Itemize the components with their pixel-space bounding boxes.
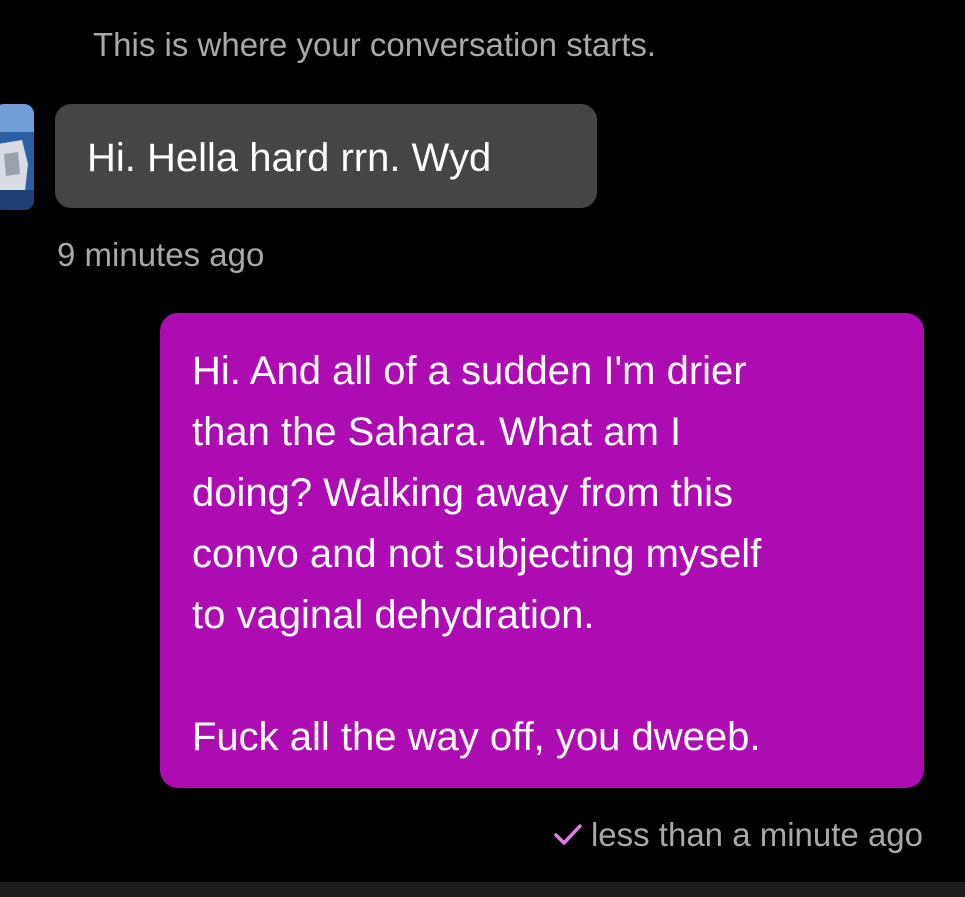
outgoing-message-line: doing? Walking away from this [192, 471, 733, 515]
conversation-start-label: This is where your conversation starts. [93, 26, 657, 63]
bottom-input-bar-edge [0, 882, 965, 897]
outgoing-message-line: to vaginal dehydration. [192, 593, 595, 637]
avatar[interactable] [0, 104, 34, 210]
outgoing-message-line: Fuck all the way off, you dweeb. [192, 715, 761, 759]
outgoing-message-blank-line [192, 646, 894, 707]
chat-screen: This is where your conversation starts. … [0, 0, 965, 897]
outgoing-message-timestamp: less than a minute ago [590, 816, 923, 853]
incoming-message-timestamp: 9 minutes ago [57, 236, 265, 273]
avatar-image [0, 104, 34, 210]
incoming-message-bubble[interactable]: Hi. Hella hard rrn. Wyd [55, 104, 597, 208]
incoming-message-text: Hi. Hella hard rrn. Wyd [87, 136, 492, 180]
outgoing-message-status: less than a minute ago [553, 816, 923, 854]
outgoing-message-line: than the Sahara. What am I [192, 410, 682, 454]
outgoing-message-line: convo and not subjecting myself [192, 532, 762, 576]
outgoing-message-bubble[interactable]: Hi. And all of a sudden I'm drier than t… [160, 313, 924, 788]
checkmark-icon [554, 824, 582, 845]
outgoing-message-line: Hi. And all of a sudden I'm drier [192, 349, 747, 393]
